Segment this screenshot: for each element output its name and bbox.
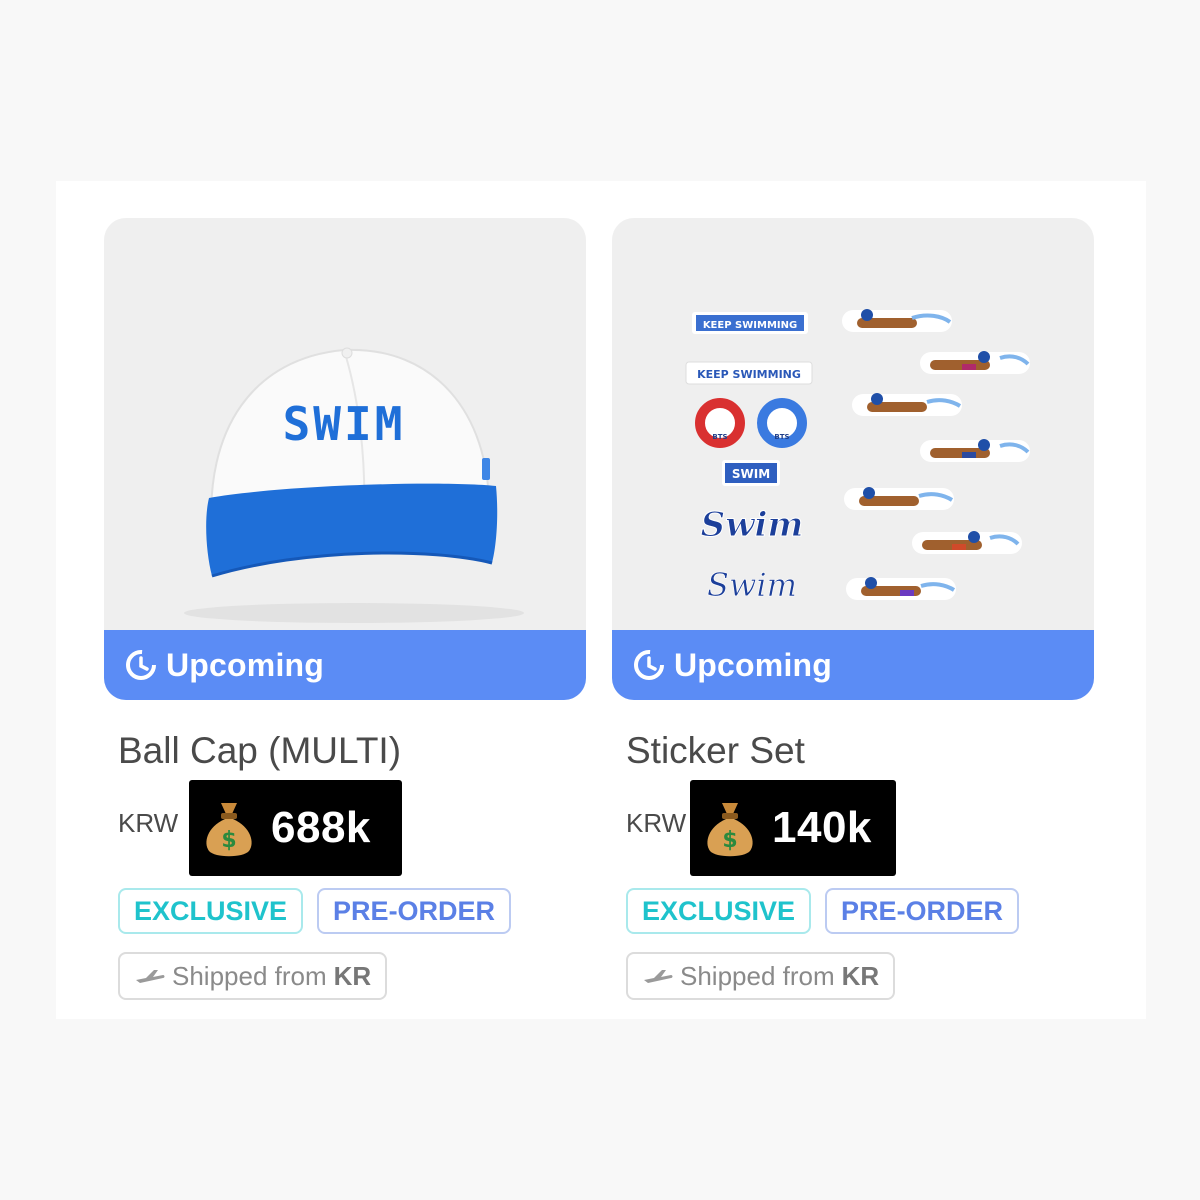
- swimmer-sticker: [844, 487, 954, 510]
- price-row: KRW $ 140k: [626, 780, 1086, 880]
- status-label: Upcoming: [674, 646, 833, 683]
- tag-list: EXCLUSIVE PRE-ORDER: [118, 888, 512, 934]
- svg-text:SWIM: SWIM: [732, 467, 770, 481]
- keep-swimming-sticker: KEEP SWIMMING: [685, 361, 813, 385]
- clock-icon: [634, 650, 664, 680]
- shipping-prefix: Shipped from: [172, 960, 327, 991]
- cap-logo-text: SWIM: [283, 397, 406, 451]
- money-bag-icon: $: [707, 803, 753, 857]
- shipping-country: KR: [841, 960, 880, 991]
- price-overlay: $ 688k: [189, 780, 402, 876]
- price-value: 140k: [772, 803, 872, 852]
- svg-text:$: $: [722, 828, 737, 853]
- exclusive-tag: EXCLUSIVE: [118, 888, 304, 934]
- shipping-prefix: Shipped from: [680, 960, 835, 991]
- currency-label: KRW: [626, 808, 687, 838]
- svg-text:BTS: BTS: [712, 433, 727, 441]
- lifebuoy-sticker: BTS: [695, 398, 745, 448]
- money-bag-icon: $: [206, 803, 252, 857]
- price-row: KRW $ 688k: [118, 780, 578, 880]
- exclusive-tag: EXCLUSIVE: [626, 888, 812, 934]
- shipping-badge: Shipped from KR: [118, 952, 388, 1000]
- status-banner: Upcoming: [104, 630, 586, 700]
- price-value: 688k: [271, 803, 371, 852]
- swimmer-sticker: [912, 531, 1022, 554]
- tag-list: EXCLUSIVE PRE-ORDER: [626, 888, 1020, 934]
- swim-script-sticker: Swim: [701, 505, 804, 545]
- swimmer-sticker: [846, 577, 956, 600]
- currency-label: KRW: [118, 808, 179, 838]
- svg-text:$: $: [221, 828, 236, 853]
- swim-script-sticker: Swim: [707, 566, 797, 604]
- product-thumbnail[interactable]: KEEP SWIMMING KEEP SWIMMING BTS BTS SWIM: [612, 218, 1094, 700]
- swim-badge-sticker: SWIM: [722, 460, 780, 486]
- ball-cap-image: SWIM: [184, 347, 524, 623]
- price-overlay: $ 140k: [690, 780, 896, 876]
- product-card-sticker-set[interactable]: KEEP SWIMMING KEEP SWIMMING BTS BTS SWIM: [612, 218, 1094, 1000]
- swimmer-sticker: [920, 351, 1030, 374]
- lifebuoy-sticker: BTS: [757, 398, 807, 448]
- airplane-icon: [644, 970, 673, 983]
- product-title[interactable]: Ball Cap (MULTI): [118, 730, 401, 772]
- product-thumbnail[interactable]: SWIM Upcoming: [104, 218, 586, 700]
- svg-text:BTS: BTS: [774, 433, 789, 441]
- svg-text:KEEP SWIMMING: KEEP SWIMMING: [697, 368, 801, 381]
- product-title[interactable]: Sticker Set: [626, 730, 805, 772]
- status-banner: Upcoming: [612, 630, 1094, 700]
- svg-text:KEEP SWIMMING: KEEP SWIMMING: [703, 320, 797, 331]
- pre-order-tag: PRE-ORDER: [825, 888, 1020, 934]
- keep-swimming-sticker: KEEP SWIMMING: [692, 312, 808, 334]
- clock-icon: [126, 650, 156, 680]
- shipping-badge: Shipped from KR: [626, 952, 896, 1000]
- product-card-ball-cap[interactable]: SWIM Upcoming Ball Cap (MULTI) KRW $ 688…: [104, 218, 586, 1000]
- swimmer-sticker: [920, 439, 1030, 462]
- status-label: Upcoming: [166, 646, 325, 683]
- swimmer-sticker: [852, 393, 962, 416]
- sticker-set-image: KEEP SWIMMING KEEP SWIMMING BTS BTS SWIM: [685, 309, 1030, 604]
- airplane-icon: [136, 970, 165, 983]
- shipping-country: KR: [333, 960, 372, 991]
- swimmer-sticker: [842, 309, 952, 332]
- pre-order-tag: PRE-ORDER: [317, 888, 512, 934]
